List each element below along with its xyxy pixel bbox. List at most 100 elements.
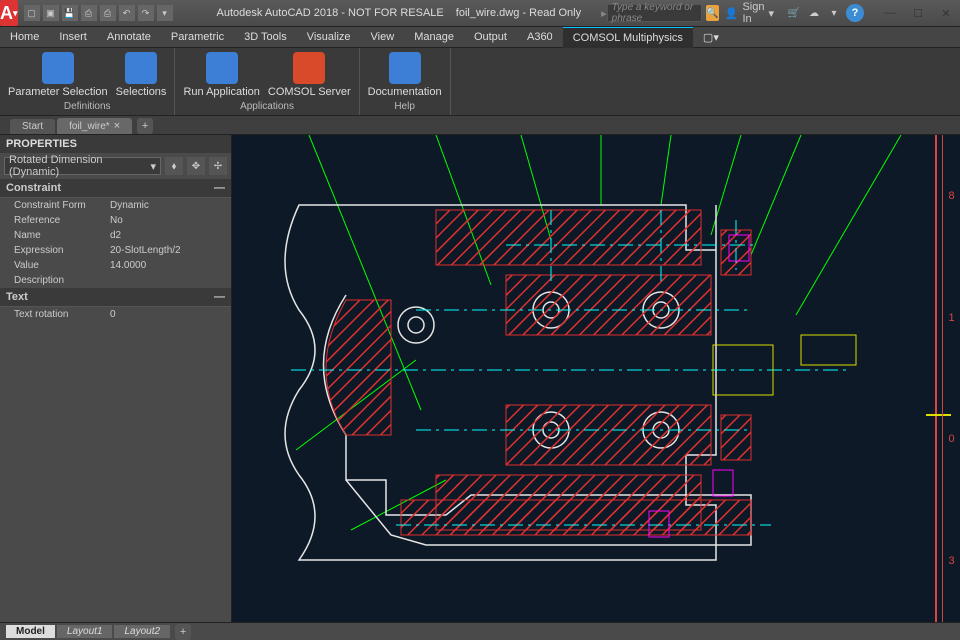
props-row[interactable]: ReferenceNo — [0, 213, 231, 228]
file-name: foil_wire.dwg — [456, 7, 520, 19]
selectobjects-icon[interactable]: ✢ — [209, 157, 227, 175]
ribbon-btn-comsol-server[interactable]: COMSOL Server — [264, 50, 355, 100]
props-section-text[interactable]: Text— — [0, 288, 231, 307]
props-row[interactable]: Expression20-SlotLength/2 — [0, 243, 231, 258]
props-value[interactable] — [110, 275, 231, 286]
qat-new-icon[interactable]: ▢ — [24, 5, 40, 21]
ribbon-btn-label: Selections — [116, 86, 167, 98]
add-layout-button[interactable]: + — [175, 624, 191, 640]
close-button[interactable]: ✕ — [932, 2, 960, 24]
menu-comsol-multiphysics[interactable]: COMSOL Multiphysics — [563, 27, 693, 48]
signin-button[interactable]: 👤 Sign In ▾ — [725, 1, 774, 25]
ribbon-icon — [125, 52, 157, 84]
menu-a360[interactable]: A360 — [517, 27, 563, 48]
properties-panel: PROPERTIES Rotated Dimension (Dynamic) ▾… — [0, 135, 232, 622]
menubar: HomeInsertAnnotateParametric3D ToolsVisu… — [0, 27, 960, 48]
drawing-canvas[interactable]: 8103 — [232, 135, 960, 622]
ribbon-btn-run-application[interactable]: Run Application — [179, 50, 263, 100]
chevron-down-icon: ▾ — [150, 160, 156, 173]
qat-save-icon[interactable]: 💾 — [62, 5, 78, 21]
qat-more-icon[interactable]: ▾ — [157, 5, 173, 21]
exchange-icon[interactable]: 🛒 — [786, 5, 802, 21]
props-label: Expression — [0, 245, 110, 256]
ruler-mark: 0 — [948, 433, 954, 445]
props-row[interactable]: Constraint FormDynamic — [0, 198, 231, 213]
doc-tab-Start[interactable]: Start — [10, 119, 55, 134]
props-label: Description — [0, 275, 110, 286]
ribbon-btn-documentation[interactable]: Documentation — [364, 50, 446, 100]
ribbon-collapse-icon[interactable]: ▢▾ — [693, 27, 729, 48]
a360-icon[interactable]: ☁ — [806, 5, 822, 21]
props-value[interactable]: No — [110, 215, 231, 226]
menu-3d-tools[interactable]: 3D Tools — [234, 27, 297, 48]
properties-object-label: Rotated Dimension (Dynamic) — [9, 154, 150, 178]
app-title: Autodesk AutoCAD 2018 - NOT FOR RESALE — [217, 7, 444, 19]
close-tab-icon[interactable]: × — [114, 120, 120, 132]
pickadd-icon[interactable]: ✥ — [187, 157, 205, 175]
ribbon-icon — [293, 52, 325, 84]
menu-home[interactable]: Home — [0, 27, 49, 48]
new-tab-button[interactable]: + — [137, 118, 153, 134]
menu-manage[interactable]: Manage — [404, 27, 464, 48]
menu-visualize[interactable]: Visualize — [297, 27, 361, 48]
qat-saveas-icon[interactable]: ⎙ — [81, 5, 97, 21]
ribbon-icon — [206, 52, 238, 84]
menu-insert[interactable]: Insert — [49, 27, 97, 48]
ribbon-icon — [42, 52, 74, 84]
user-icon: 👤 — [725, 7, 739, 20]
file-mode: - Read Only — [522, 7, 581, 19]
qat-undo-icon[interactable]: ↶ — [119, 5, 135, 21]
qat-print-icon[interactable]: ⎙ — [100, 5, 116, 21]
props-value[interactable]: Dynamic — [110, 200, 231, 211]
props-section-constraint[interactable]: Constraint— — [0, 179, 231, 198]
window-controls: — ☐ ✕ — [876, 2, 960, 24]
doc-tab-foil_wire[interactable]: foil_wire*× — [57, 118, 132, 134]
props-label: Name — [0, 230, 110, 241]
help-icon[interactable]: ? — [846, 4, 864, 22]
props-row[interactable]: Value14.0000 — [0, 258, 231, 273]
qat-redo-icon[interactable]: ↷ — [138, 5, 154, 21]
ribbon-group-help: DocumentationHelp — [360, 48, 451, 115]
ribbon-group-label: Definitions — [4, 100, 170, 113]
props-row[interactable]: Named2 — [0, 228, 231, 243]
infocenter-icon[interactable]: 🔍 — [706, 5, 718, 21]
menu-output[interactable]: Output — [464, 27, 517, 48]
props-value[interactable]: 14.0000 — [110, 260, 231, 271]
ribbon-btn-selections[interactable]: Selections — [112, 50, 171, 100]
layout-tabs: ModelLayout1Layout2 + — [0, 622, 960, 640]
props-value[interactable]: 20-SlotLength/2 — [110, 245, 231, 256]
qat-open-icon[interactable]: ▣ — [43, 5, 59, 21]
collapse-icon: — — [214, 291, 225, 303]
ribbon-icon — [389, 52, 421, 84]
layout-tab-layout2[interactable]: Layout2 — [114, 625, 170, 638]
minimize-button[interactable]: — — [876, 2, 904, 24]
props-row[interactable]: Description — [0, 273, 231, 288]
menu-parametric[interactable]: Parametric — [161, 27, 234, 48]
ribbon-btn-label: Run Application — [183, 86, 259, 98]
maximize-button[interactable]: ☐ — [904, 2, 932, 24]
search-input[interactable]: Type a keyword or phrase — [607, 4, 703, 22]
help-dropdown-icon[interactable]: ▾ — [826, 5, 842, 21]
properties-object-dropdown[interactable]: Rotated Dimension (Dynamic) ▾ — [4, 157, 161, 175]
props-label: Reference — [0, 215, 110, 226]
ribbon-group-definitions: Parameter Selection Selections Definitions — [0, 48, 175, 115]
vertical-ruler: 8103 — [942, 135, 960, 622]
quickselect-icon[interactable]: ⬧ — [165, 157, 183, 175]
ribbon-btn-label: COMSOL Server — [268, 86, 351, 98]
props-value[interactable]: 0 — [110, 309, 231, 320]
menu-view[interactable]: View — [361, 27, 405, 48]
ribbon-btn-label: Parameter Selection — [8, 86, 108, 98]
quick-access-toolbar: ▢ ▣ 💾 ⎙ ⎙ ↶ ↷ ▾ — [20, 5, 177, 21]
props-value[interactable]: d2 — [110, 230, 231, 241]
window-title: Autodesk AutoCAD 2018 - NOT FOR RESALE f… — [217, 7, 582, 19]
properties-selector-row: Rotated Dimension (Dynamic) ▾ ⬧ ✥ ✢ — [0, 153, 231, 179]
ruler-mark: 1 — [948, 312, 954, 324]
menu-annotate[interactable]: Annotate — [97, 27, 161, 48]
titlebar: A▾ ▢ ▣ 💾 ⎙ ⎙ ↶ ↷ ▾ Autodesk AutoCAD 2018… — [0, 0, 960, 27]
ribbon-btn-parameter-selection[interactable]: Parameter Selection — [4, 50, 112, 100]
props-label: Constraint Form — [0, 200, 110, 211]
layout-tab-model[interactable]: Model — [6, 625, 55, 638]
layout-tab-layout1[interactable]: Layout1 — [57, 625, 113, 638]
app-logo-icon[interactable]: A▾ — [0, 0, 18, 26]
props-row[interactable]: Text rotation0 — [0, 307, 231, 322]
